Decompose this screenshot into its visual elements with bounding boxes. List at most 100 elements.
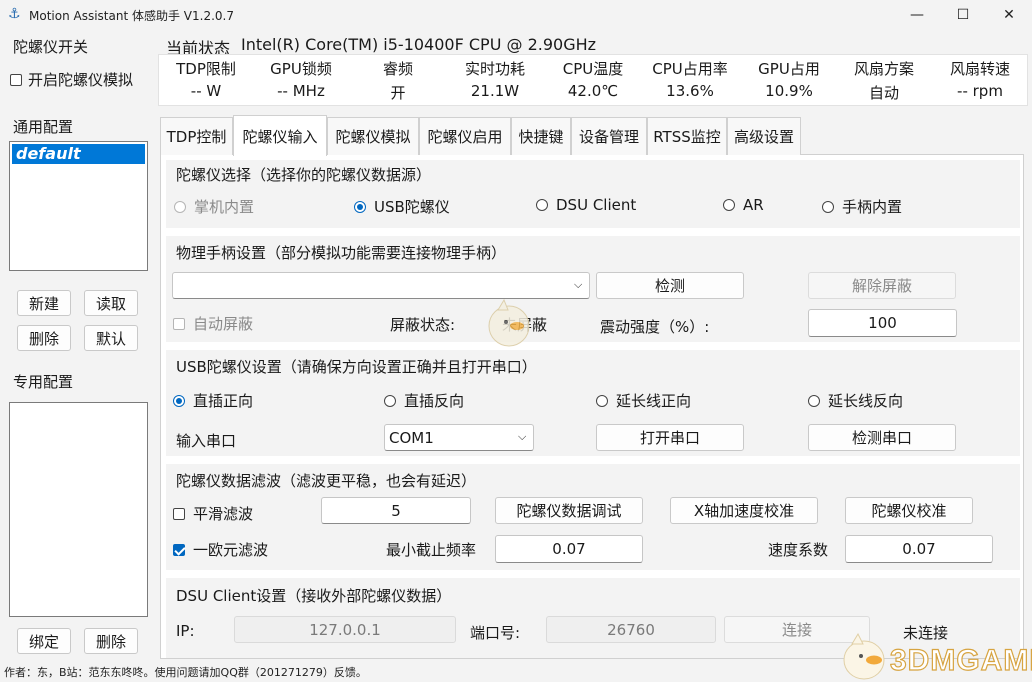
- delete-config-button[interactable]: 删除: [17, 325, 71, 351]
- gyro-debug-button[interactable]: 陀螺仪数据调试: [495, 497, 643, 524]
- open-port-button[interactable]: 打开串口: [596, 424, 744, 451]
- input-port-select[interactable]: COM1: [384, 424, 534, 451]
- metric-label-gpu-usage: GPU占用: [758, 60, 820, 78]
- tab-advanced[interactable]: 高级设置: [727, 117, 801, 155]
- radio-extension-reverse-circle[interactable]: [808, 394, 820, 407]
- tab-hotkeys[interactable]: 快捷键: [511, 117, 571, 155]
- common-config-title: 通用配置: [13, 118, 74, 136]
- read-config-button[interactable]: 读取: [84, 290, 138, 316]
- radio-dsu-client-label: DSU Client: [556, 196, 637, 214]
- auto-block-check-box[interactable]: [173, 317, 185, 330]
- watermark-text: 3DMGAME: [889, 643, 1032, 677]
- default-config-button[interactable]: 默认: [84, 325, 138, 351]
- physical-controller-title: 物理手柄设置（部分模拟功能需要连接物理手柄）: [176, 244, 507, 262]
- metric-label-tdp: TDP限制: [176, 60, 236, 78]
- radio-dsu-client-circle[interactable]: [536, 199, 548, 211]
- metric-label-turbo: 睿频: [382, 60, 413, 78]
- metric-value-cpu-usage: 13.6%: [666, 82, 714, 100]
- radio-controller-builtin[interactable]: 手柄内置: [822, 196, 902, 217]
- radio-handheld-builtin-circle[interactable]: [174, 200, 186, 213]
- gyro-switch-title: 陀螺仪开关: [13, 38, 89, 56]
- enable-gyro-label: 开启陀螺仪模拟: [28, 71, 134, 89]
- title-bar: ⚓ Motion Assistant 体感助手 V1.2.0.7 — ☐ ✕: [0, 0, 1032, 30]
- cpu-name: Intel(R) Core(TM) i5-10400F CPU @ 2.90GH…: [241, 35, 597, 54]
- metric-label-fan-mode: 风扇方案: [853, 60, 914, 78]
- dsu-ip-input[interactable]: 127.0.0.1: [234, 616, 456, 643]
- x-accel-calibrate-button[interactable]: X轴加速度校准: [670, 497, 818, 524]
- one-euro-filter-check-box[interactable]: [173, 543, 185, 556]
- metric-value-fan-speed: -- rpm: [957, 82, 1003, 100]
- radio-dsu-client[interactable]: DSU Client: [536, 196, 636, 214]
- dsu-client-title: DSU Client设置（接收外部陀螺仪数据）: [176, 587, 452, 605]
- tab-gyro-simulate[interactable]: 陀螺仪模拟: [327, 117, 419, 155]
- mascot-logo-icon: [843, 632, 885, 680]
- controller-device-select[interactable]: [172, 272, 590, 299]
- min-cutoff-label: 最小截止频率: [386, 541, 477, 559]
- one-euro-filter-checkbox[interactable]: 一欧元滤波: [173, 539, 268, 560]
- detect-port-button[interactable]: 检测串口: [808, 424, 956, 451]
- radio-direct-reverse-circle[interactable]: [384, 394, 396, 407]
- radio-handheld-builtin-label: 掌机内置: [194, 198, 255, 216]
- metric-label-fan-speed: 风扇转速: [949, 60, 1010, 78]
- dsu-ip-label: IP:: [176, 622, 195, 640]
- detect-controller-button[interactable]: 检测: [596, 272, 744, 299]
- dsu-port-input[interactable]: 26760: [546, 616, 716, 643]
- tab-device-manage[interactable]: 设备管理: [571, 117, 647, 155]
- radio-direct-forward-label: 直插正向: [193, 392, 254, 410]
- vibration-input[interactable]: 100: [808, 309, 957, 337]
- maximize-button[interactable]: ☐: [940, 0, 986, 30]
- radio-direct-forward[interactable]: 直插正向: [173, 390, 253, 411]
- radio-extension-reverse[interactable]: 延长线反向: [808, 390, 903, 411]
- metric-label-gpu-lock: GPU锁频: [270, 60, 332, 78]
- radio-handheld-builtin[interactable]: 掌机内置: [174, 196, 254, 217]
- tab-tdp-control[interactable]: TDP控制: [160, 117, 233, 155]
- metric-value-turbo: 开: [390, 84, 406, 102]
- unblock-button[interactable]: 解除屏蔽: [808, 272, 956, 299]
- radio-extension-forward-label: 延长线正向: [616, 392, 692, 410]
- smooth-filter-checkbox[interactable]: 平滑滤波: [173, 503, 253, 524]
- radio-direct-forward-circle[interactable]: [173, 394, 185, 407]
- radio-ar[interactable]: AR: [723, 196, 764, 214]
- metric-label-cpu-temp: CPU温度: [562, 60, 624, 78]
- smooth-filter-input[interactable]: 5: [321, 497, 471, 524]
- auto-block-checkbox[interactable]: 自动屏蔽: [173, 313, 253, 334]
- min-cutoff-input[interactable]: 0.07: [495, 535, 643, 563]
- radio-ar-circle[interactable]: [723, 199, 735, 211]
- smooth-filter-check-box[interactable]: [173, 507, 185, 520]
- minimize-button[interactable]: —: [894, 0, 940, 30]
- delete-special-button[interactable]: 删除: [84, 628, 138, 654]
- radio-direct-reverse-label: 直插反向: [404, 392, 465, 410]
- usb-gyro-title: USB陀螺仪设置（请确保方向设置正确并且打开串口）: [176, 358, 537, 376]
- radio-extension-reverse-label: 延长线反向: [828, 392, 904, 410]
- radio-extension-forward[interactable]: 延长线正向: [596, 390, 691, 411]
- radio-controller-builtin-label: 手柄内置: [842, 198, 903, 216]
- chevron-down-icon: ⌵: [518, 430, 527, 443]
- radio-direct-reverse[interactable]: 直插反向: [384, 390, 464, 411]
- close-button[interactable]: ✕: [986, 0, 1032, 30]
- tab-gyro-input[interactable]: 陀螺仪输入: [233, 115, 327, 156]
- radio-usb-gyro-circle[interactable]: [354, 200, 366, 213]
- dsu-port-label: 端口号:: [470, 624, 521, 642]
- radio-extension-forward-circle[interactable]: [596, 394, 608, 407]
- bind-config-button[interactable]: 绑定: [17, 628, 71, 654]
- gyro-switch-group: 陀螺仪开关 开启陀螺仪模拟: [4, 32, 152, 102]
- radio-usb-gyro[interactable]: USB陀螺仪: [354, 196, 450, 217]
- enable-gyro-checkbox[interactable]: 开启陀螺仪模拟: [10, 69, 133, 90]
- speed-coef-input[interactable]: 0.07: [845, 535, 993, 563]
- metric-value-power: 21.1W: [470, 82, 520, 100]
- metric-value-tdp: -- W: [190, 82, 222, 100]
- special-config-list[interactable]: [9, 402, 148, 617]
- common-config-list[interactable]: default: [9, 141, 148, 271]
- tab-gyro-enable[interactable]: 陀螺仪启用: [419, 117, 511, 155]
- list-item-default[interactable]: default: [12, 144, 145, 164]
- filter-title: 陀螺仪数据滤波（滤波更平稳，也会有延迟）: [176, 472, 477, 490]
- new-config-button[interactable]: 新建: [17, 290, 71, 316]
- metric-label-power: 实时功耗: [464, 60, 525, 78]
- tab-rtss-monitor[interactable]: RTSS监控: [647, 117, 727, 155]
- gyro-calibrate-button[interactable]: 陀螺仪校准: [845, 497, 973, 524]
- enable-gyro-check-box[interactable]: [10, 73, 22, 86]
- chevron-down-icon: ⌵: [574, 278, 583, 291]
- special-config-title: 专用配置: [13, 373, 74, 391]
- radio-ar-label: AR: [743, 196, 764, 214]
- radio-controller-builtin-circle[interactable]: [822, 200, 834, 213]
